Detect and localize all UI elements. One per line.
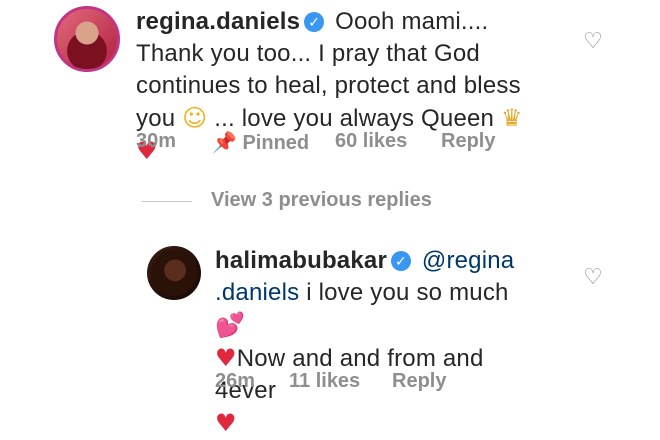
avatar[interactable] <box>147 246 201 300</box>
reply-username[interactable]: halimabubakar <box>215 247 387 274</box>
reply-body: halimabubakar ✓ @regina .daniels i love y… <box>215 245 545 440</box>
pin-icon: 📌 <box>212 132 237 154</box>
verified-badge-icon: ✓ <box>391 251 411 271</box>
hugging-face-emoji: ☺ <box>182 104 208 132</box>
reply-time: 26m <box>215 370 256 392</box>
replies-divider <box>142 201 192 202</box>
comment-text-continued: ... love you always Queen <box>214 105 495 132</box>
two-hearts-emoji: 💕 <box>215 311 246 339</box>
pinned-label: Pinned <box>242 132 310 154</box>
comment-likes[interactable]: 60 likes <box>335 130 407 153</box>
comment-time: 30m <box>136 130 177 152</box>
reply-button[interactable]: Reply <box>441 130 495 153</box>
red-heart-emoji: ♥ <box>215 344 237 372</box>
reply-text: i love you so much <box>306 279 509 306</box>
view-previous-replies-button[interactable]: View 3 previous replies <box>211 189 432 212</box>
heart-outline-icon[interactable]: ♡ <box>582 30 604 52</box>
pinned-indicator: 📌 Pinned <box>212 130 309 155</box>
avatar[interactable] <box>54 6 120 72</box>
reply-likes[interactable]: 11 likes <box>289 370 360 393</box>
heart-outline-icon[interactable]: ♡ <box>582 266 604 288</box>
reply-button[interactable]: Reply <box>392 370 446 393</box>
crown-emoji: ♛ <box>500 104 523 132</box>
verified-badge-icon: ✓ <box>304 12 325 32</box>
comment-username[interactable]: regina.daniels <box>136 8 300 35</box>
red-heart-emoji: ♥ <box>215 409 237 437</box>
